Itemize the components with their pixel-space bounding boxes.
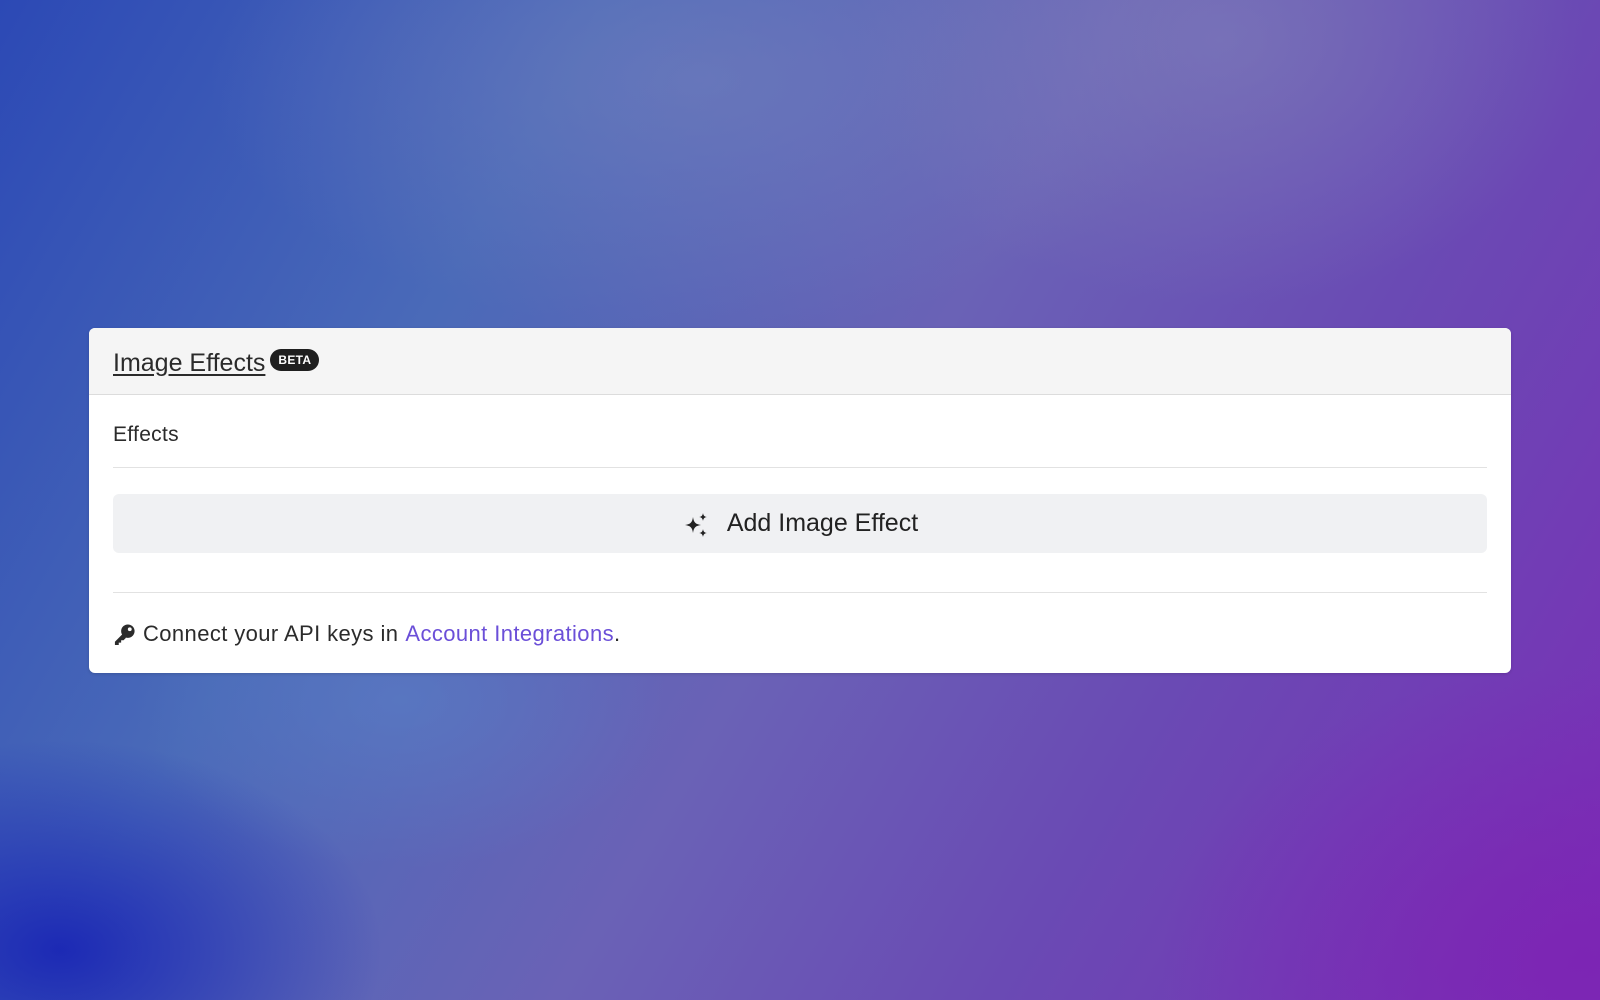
api-keys-period: . bbox=[613, 621, 621, 646]
api-keys-text: Connect your API keys in bbox=[143, 621, 399, 646]
beta-badge: BETA bbox=[270, 349, 320, 371]
panel-title-link[interactable]: Image Effects bbox=[113, 349, 265, 378]
add-image-effect-button[interactable]: Add Image Effect bbox=[113, 494, 1487, 553]
sparkles-icon bbox=[684, 512, 707, 537]
image-effects-panel: Image Effects BETA Effects Add Image Eff… bbox=[89, 328, 1511, 673]
add-image-effect-label: Add Image Effect bbox=[726, 509, 919, 537]
key-icon bbox=[114, 623, 135, 645]
panel-body: Effects Add Image Effect Connect your AP… bbox=[89, 395, 1511, 673]
effects-section-label: Effects bbox=[113, 395, 1487, 468]
account-integrations-link[interactable]: Account Integrations bbox=[405, 621, 614, 647]
panel-header: Image Effects BETA bbox=[89, 328, 1511, 395]
api-keys-hint: Connect your API keys in Account Integra… bbox=[113, 593, 1487, 673]
